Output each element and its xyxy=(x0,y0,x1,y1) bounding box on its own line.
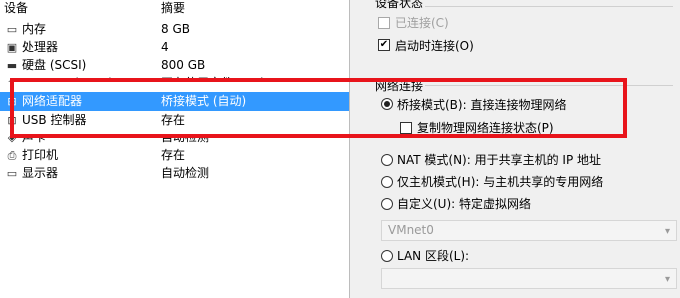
device-row-sound-card[interactable]: ◈ 声卡 自动检测 xyxy=(0,130,349,147)
memory-icon: ▭ xyxy=(6,23,18,36)
device-summary: 正在使用文件 E:\ubuntu-16.04... xyxy=(161,76,346,90)
device-row-printer[interactable]: ⎙ 打印机 存在 xyxy=(0,146,349,165)
bridged-label: 桥接模式(B): 直接连接物理网络 xyxy=(397,98,567,112)
device-name: 显示器 xyxy=(22,166,59,180)
nat-label: NAT 模式(N): 用于共享主机的 IP 地址 xyxy=(397,153,602,167)
device-name: 网络适配器 xyxy=(22,94,83,108)
device-summary: 桥接模式 (自动) xyxy=(161,94,247,108)
connect-on-start-label: 启动时连接(O) xyxy=(395,39,474,53)
chevron-down-icon: ▾ xyxy=(664,226,670,237)
chevron-down-icon: ▾ xyxy=(664,274,670,285)
custom-radio[interactable] xyxy=(381,198,393,210)
device-summary: 4 xyxy=(161,40,169,54)
device-list-panel: 设备 摘要 ▭ 内存 8 GB ▣ 处理器 4 ▬ 硬盘 (SCSI) 800 … xyxy=(0,0,349,298)
vmnet-select-value: VMnet0 xyxy=(388,223,434,237)
nat-radio[interactable] xyxy=(381,154,393,166)
device-row-memory[interactable]: ▭ 内存 8 GB xyxy=(0,20,349,39)
lan-segment-radio[interactable] xyxy=(381,250,393,262)
panel-divider[interactable] xyxy=(349,0,350,298)
connected-checkbox[interactable] xyxy=(378,17,390,29)
host-only-radio[interactable] xyxy=(381,176,393,188)
device-name: 声卡 xyxy=(22,130,47,144)
device-name: 硬盘 (SCSI) xyxy=(22,58,87,72)
device-summary: 800 GB xyxy=(161,58,206,72)
device-summary: 8 GB xyxy=(161,22,190,36)
device-name: 打印机 xyxy=(22,148,59,162)
device-row-usb[interactable]: ⊡ USB 控制器 存在 xyxy=(0,111,349,130)
device-name: CD/DVD (SATA) xyxy=(22,76,114,90)
bridged-radio[interactable] xyxy=(381,98,393,110)
disk-icon: ▬ xyxy=(6,59,18,72)
vmnet-select[interactable]: VMnet0 ▾ xyxy=(381,220,677,241)
cpu-icon: ▣ xyxy=(6,41,18,54)
cd-dvd-icon: ◉ xyxy=(7,77,17,90)
device-name: 内存 xyxy=(22,22,47,36)
host-only-label: 仅主机模式(H): 与主机共享的专用网络 xyxy=(397,175,604,189)
device-status-title: 设备状态 xyxy=(373,0,426,11)
device-name: USB 控制器 xyxy=(22,113,87,127)
custom-label: 自定义(U): 特定虚拟网络 xyxy=(397,197,532,211)
device-row-display[interactable]: ▭ 显示器 自动检测 xyxy=(0,164,349,183)
connected-label: 已连接(C) xyxy=(395,16,449,30)
device-summary: 自动检测 xyxy=(161,130,210,144)
device-row-cd-dvd[interactable]: ◉ CD/DVD (SATA) 正在使用文件 E:\ubuntu-16.04..… xyxy=(0,74,349,90)
sound-card-icon: ◈ xyxy=(7,131,17,144)
column-header-device[interactable]: 设备 xyxy=(4,0,28,18)
device-row-hard-disk[interactable]: ▬ 硬盘 (SCSI) 800 GB xyxy=(0,56,349,75)
settings-pane: 设备状态 已连接(C) ✔ 启动时连接(O) 网络连接 桥接模式(B): 直接连… xyxy=(351,0,680,298)
lan-segment-select[interactable]: ▾ xyxy=(381,268,677,289)
usb-icon: ⊡ xyxy=(7,114,17,127)
column-header-summary[interactable]: 摘要 xyxy=(161,0,185,18)
replicate-state-checkbox[interactable] xyxy=(400,122,412,134)
device-summary: 存在 xyxy=(161,148,186,162)
printer-icon: ⎙ xyxy=(7,149,17,162)
replicate-state-label: 复制物理网络连接状态(P) xyxy=(417,121,554,135)
connect-on-start-checkbox[interactable]: ✔ xyxy=(378,39,390,51)
device-name: 处理器 xyxy=(22,40,59,54)
display-icon: ▭ xyxy=(6,167,18,180)
device-row-network-adapter[interactable]: ⊞ 网络适配器 桥接模式 (自动) xyxy=(0,92,349,111)
network-adapter-icon: ⊞ xyxy=(7,95,17,108)
network-connection-title: 网络连接 xyxy=(373,77,426,94)
lan-segment-label: LAN 区段(L): xyxy=(397,249,470,263)
device-row-processor[interactable]: ▣ 处理器 4 xyxy=(0,38,349,57)
device-summary: 存在 xyxy=(161,113,186,127)
device-summary: 自动检测 xyxy=(161,166,210,180)
